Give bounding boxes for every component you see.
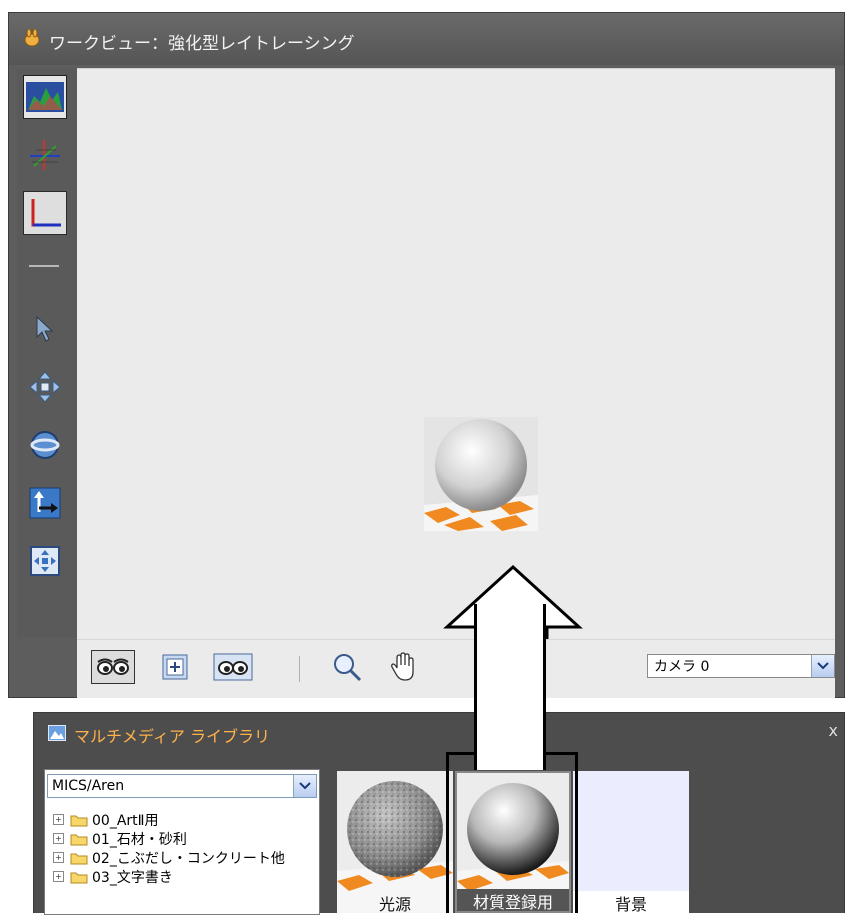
library-icon bbox=[48, 725, 66, 741]
expand-icon[interactable]: + bbox=[53, 871, 64, 882]
magnifier-icon bbox=[334, 654, 362, 682]
view-bottom-toolbar: カメラ 0 bbox=[77, 639, 835, 698]
folder-item[interactable]: + 01_石材・砂利 bbox=[53, 829, 285, 848]
move-tool-button[interactable] bbox=[23, 365, 67, 409]
folder-item[interactable]: + 03_文字書き bbox=[53, 867, 285, 886]
expand-icon[interactable]: + bbox=[53, 814, 64, 825]
zoom-button[interactable] bbox=[327, 650, 367, 684]
expand-icon[interactable]: + bbox=[53, 833, 64, 844]
folder-icon bbox=[70, 834, 88, 845]
close-icon[interactable]: x bbox=[829, 721, 838, 740]
toolbar-separator bbox=[29, 265, 59, 267]
library-title: マルチメディア ライブラリ bbox=[74, 727, 270, 746]
framed-eyes-icon bbox=[213, 653, 253, 681]
folder-label: 02_こぶだし・コンクリート他 bbox=[92, 850, 285, 867]
rotate-tool-button[interactable] bbox=[23, 423, 67, 467]
eyes-view-button[interactable] bbox=[91, 650, 135, 684]
pan-button[interactable] bbox=[383, 650, 423, 684]
thumbnail-label: 光源 bbox=[378, 895, 411, 914]
expand-icon[interactable]: + bbox=[53, 852, 64, 863]
folder-panel: MICS/Aren + 00_ArtⅡ用 + 01_石材・砂利 + 02_こぶだ… bbox=[44, 769, 320, 915]
axis-arrows-icon bbox=[29, 487, 61, 519]
axes-view-button[interactable] bbox=[23, 133, 67, 177]
library-path-value: MICS/Aren bbox=[52, 778, 125, 794]
material-preview bbox=[424, 417, 538, 531]
view-toolbar bbox=[17, 69, 81, 637]
thumbnail-label: 背景 bbox=[573, 891, 689, 914]
hand-icon bbox=[391, 652, 414, 681]
folder-icon bbox=[70, 853, 88, 864]
corner-icon bbox=[31, 199, 61, 227]
rotate-icon bbox=[30, 431, 60, 459]
multimedia-library-panel: マルチメディア ライブラリ x MICS/Aren + 00_ArtⅡ用 + 0… bbox=[33, 712, 845, 915]
histogram-view-button[interactable] bbox=[23, 75, 67, 119]
folder-item[interactable]: + 02_こぶだし・コンクリート他 bbox=[53, 848, 285, 867]
render-canvas[interactable] bbox=[77, 68, 835, 655]
chevron-down-icon bbox=[293, 775, 316, 797]
select-tool-button[interactable] bbox=[23, 307, 67, 351]
thumbnail-background[interactable]: 背景 bbox=[573, 771, 689, 914]
arrow-cursor-icon bbox=[36, 315, 54, 342]
move-icon bbox=[29, 371, 61, 403]
folder-item[interactable]: + 00_ArtⅡ用 bbox=[53, 810, 285, 829]
transform-tool-button[interactable] bbox=[23, 481, 67, 525]
fit-view-button[interactable] bbox=[23, 539, 67, 583]
folder-label: 00_ArtⅡ用 bbox=[92, 812, 159, 829]
app-icon bbox=[24, 29, 40, 47]
eyes-icon bbox=[97, 658, 129, 675]
folder-tree: + 00_ArtⅡ用 + 01_石材・砂利 + 02_こぶだし・コンクリート他 … bbox=[53, 810, 285, 886]
eyes-frame-button[interactable] bbox=[209, 650, 257, 684]
folder-label: 01_石材・砂利 bbox=[92, 831, 187, 848]
corner-view-button[interactable] bbox=[23, 191, 67, 235]
window-title: ワークビュー：強化型レイトレーシング bbox=[49, 34, 355, 54]
library-titlebar[interactable]: マルチメディア ライブラリ x bbox=[34, 713, 844, 751]
camera-select-value: カメラ 0 bbox=[654, 659, 710, 675]
folder-icon bbox=[70, 815, 88, 826]
chevron-down-icon bbox=[811, 655, 834, 677]
axes-icon bbox=[30, 140, 60, 170]
fit-icon bbox=[30, 546, 60, 576]
arrow-shaft-annotation bbox=[474, 604, 546, 770]
add-frame-icon bbox=[162, 654, 188, 680]
folder-icon bbox=[70, 872, 88, 883]
thumbnail-light[interactable]: 光源 bbox=[337, 771, 453, 914]
highlight-frame-annotation bbox=[446, 752, 578, 913]
camera-select[interactable]: カメラ 0 bbox=[647, 654, 835, 678]
bottombar-separator bbox=[299, 656, 300, 682]
library-path-select[interactable]: MICS/Aren bbox=[47, 774, 317, 798]
work-view-titlebar[interactable]: ワークビュー：強化型レイトレーシング bbox=[9, 13, 844, 65]
work-view-window: ワークビュー：強化型レイトレーシング カメラ 0 bbox=[8, 12, 845, 698]
zoom-frame-button[interactable] bbox=[157, 650, 193, 684]
histogram-icon bbox=[26, 82, 64, 112]
folder-label: 03_文字書き bbox=[92, 869, 173, 886]
